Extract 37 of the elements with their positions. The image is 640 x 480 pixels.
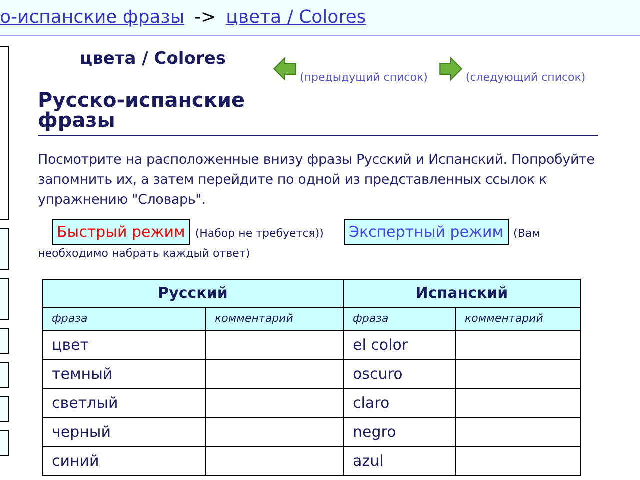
table-cell: светлый — [42, 388, 206, 418]
table-cell: темный — [42, 360, 206, 388]
breadcrumb-link[interactable]: цвета / Colores — [226, 4, 366, 31]
table-cell: синий — [42, 446, 206, 476]
next-list-link[interactable]: (следующий список) — [466, 70, 586, 86]
column-header: комментарий — [456, 308, 580, 330]
table-cell: claro — [344, 388, 456, 418]
table-header: Русский — [42, 280, 344, 308]
mode-note: (Набор не требуется)) — [195, 227, 324, 240]
table-cell: цвет — [42, 330, 206, 360]
sidebar-panel — [0, 278, 9, 320]
table-cell: negro — [344, 418, 456, 446]
table-cell: oscuro — [344, 360, 456, 388]
mode-note: (Вам — [514, 227, 540, 240]
sidebar-panel — [0, 396, 9, 422]
table-cell: черный — [42, 418, 206, 446]
list-title: цвета / Colores — [79, 48, 227, 71]
right-arrow-icon[interactable] — [438, 56, 464, 82]
page-heading: Русско-испанские фразы — [38, 90, 246, 134]
table-header: Испанский — [344, 280, 580, 308]
previous-list-link[interactable]: (предыдущий список) — [300, 70, 428, 86]
column-header: фраза — [42, 308, 206, 330]
sidebar-panel — [0, 430, 9, 456]
table-cell: azul — [344, 446, 456, 476]
column-header: фраза — [344, 308, 456, 330]
sidebar-panel — [0, 328, 9, 354]
left-arrow-icon[interactable] — [272, 56, 298, 82]
sidebar-panel — [0, 228, 9, 270]
sidebar-panel — [0, 362, 9, 388]
mode-button[interactable]: Экспертный режим — [344, 219, 509, 245]
column-header: комментарий — [206, 308, 344, 330]
intro-paragraph: Посмотрите на расположенные внизу фразы Русский и Испанский. Попробуйте запомнить их, а затем перейдите по одной из представленных ссылок к упражнению "Словарь". — [38, 151, 596, 210]
mode-button[interactable]: Быстрый режим — [52, 219, 190, 245]
breadcrumb-link[interactable]: о-испанские фразы — [0, 4, 185, 31]
mode-note: необходимо набрать каждый ответ) — [38, 246, 250, 262]
table-cell: el color — [344, 330, 456, 360]
breadcrumb-separator: -> — [194, 6, 216, 30]
